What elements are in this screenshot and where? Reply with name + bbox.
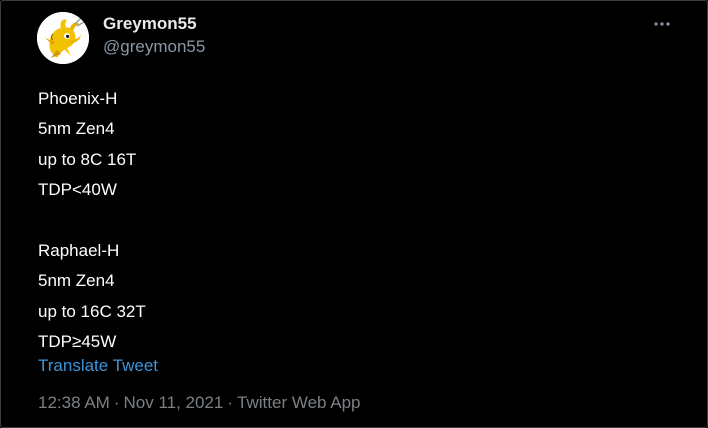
user-handle[interactable]: @greymon55 [103, 37, 205, 57]
meta-separator: · [227, 393, 234, 412]
tweet-line: 5nm Zen4 [38, 271, 115, 291]
avatar[interactable] [37, 12, 89, 64]
tweet-line: Raphael-H [38, 240, 120, 260]
tweet-meta: 12:38 AM · Nov 11, 2021 · Twitter Web App [38, 392, 361, 414]
tweet-line [38, 206, 658, 236]
tweet-card: Greymon55 @greymon55 Phoenix-H 5nm Zen4 … [0, 0, 708, 428]
display-name[interactable]: Greymon55 [103, 14, 197, 34]
more-dots-icon[interactable] [651, 17, 673, 31]
tweet-line: TDP<40W [38, 180, 117, 200]
yellow-dragon-avatar-icon [37, 12, 89, 64]
tweet-line: TDP≥45W [38, 332, 117, 352]
tweet-line: 5nm Zen4 [38, 119, 115, 139]
meta-separator: · [113, 393, 120, 412]
translate-tweet-link[interactable]: Translate Tweet [38, 355, 158, 377]
tweet-line: up to 8C 16T [38, 149, 137, 169]
tweet-time[interactable]: 12:38 AM [38, 393, 110, 412]
tweet-date[interactable]: Nov 11, 2021 [124, 393, 224, 412]
tweet-text: Phoenix-H 5nm Zen4 up to 8C 16T TDP<40W … [38, 84, 658, 358]
tweet-line: up to 16C 32T [38, 301, 146, 321]
tweet-line: Phoenix-H [38, 89, 118, 108]
tweet-source[interactable]: Twitter Web App [237, 393, 360, 412]
